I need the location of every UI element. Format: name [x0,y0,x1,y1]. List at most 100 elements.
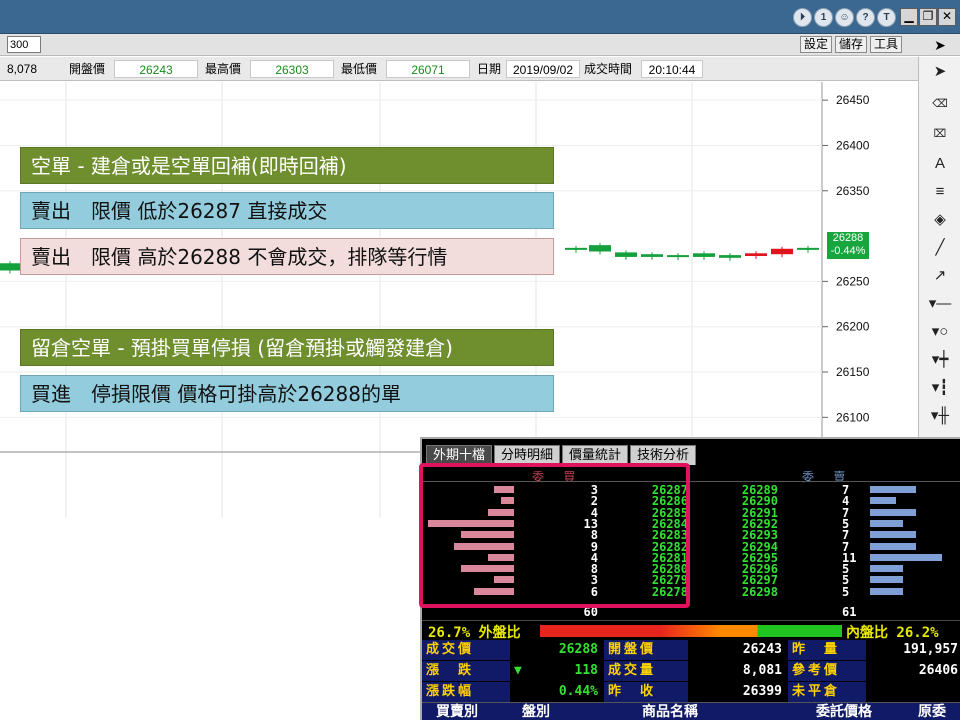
date-label: 日期 [474,60,505,78]
number-one-icon[interactable]: 1 [814,8,833,27]
high-label: 最高價 [202,60,245,78]
open-price-label: 開盤價 [604,640,688,660]
note-short-open: 空單 - 建倉或是空單回補(即時回補) [20,147,554,184]
tab-volume-stats[interactable]: 價量統計 [562,445,629,465]
open-label: 開盤價 [66,60,109,78]
title-round-buttons: ⏵ 1 ☺ ? T [793,8,896,27]
col-original[interactable]: 原委 [918,703,946,720]
line-tool-icon[interactable]: ╱ [923,237,957,259]
last-price-value: 26288 [510,640,602,660]
play-icon[interactable]: ⏵ [793,8,812,27]
candle-body [641,254,663,257]
candle-body [589,245,611,252]
candle-body [745,253,767,257]
smiley-icon[interactable]: ☺ [835,8,854,27]
prev-volume-value: 191,957 [866,640,960,660]
volume-value: 8,081 [688,661,786,681]
eraser-one-icon[interactable]: ⌫ [923,93,957,115]
window-controls: ▁ ❐ ✕ [900,8,956,26]
y-tick-label: 26400 [836,138,870,152]
ask-qty: 7 [842,539,850,554]
open-price-value: 26243 [688,640,786,660]
ask-volume-bar [870,508,916,516]
ask-qty: 4 [842,494,850,509]
ask-volume-bar [870,497,896,505]
chart-toolbar: 設定 儲存 工具 ➤ [0,34,960,56]
ratio-bar [540,625,842,637]
last-change: -0.44% [830,245,866,257]
change-pct-value: 0.44% [510,682,602,702]
col-session[interactable]: 盤別 [522,703,550,720]
marker-style-dropdown-icon[interactable]: ▾○ [923,321,957,343]
last-price-tag: 26288 -0.44% [827,232,869,259]
outer-ratio: 26.7% 外盤比 [428,625,521,641]
col-order-price[interactable]: 委託價格 [816,703,872,720]
note-sell-limit-above: 賣出 限價 高於26288 不會成交，排隊等行情 [20,238,554,275]
ask-volume-bar [870,565,903,573]
time-value: 20:10:44 [641,60,703,78]
text-icon[interactable]: T [877,8,896,27]
reference-price-label: 參考價 [788,661,866,681]
arrow-tool-icon[interactable]: ↗ [923,265,957,287]
panel-tabs: 外期十檔 分時明細 價量統計 技術分析 [426,445,697,465]
indicator-dropdown-icon[interactable]: ▾╫ [923,405,957,427]
bar-style-dropdown-icon[interactable]: ▾┿ [923,349,957,371]
ask-price: 26297 [741,573,778,588]
text-tool-icon[interactable]: A [923,153,957,175]
col-side[interactable]: 買賣別 [436,703,478,720]
candle-body [565,247,587,250]
y-tick-label: 26450 [836,93,870,107]
ask-price: 26294 [741,539,778,554]
bid-total: 60 [583,605,598,619]
horizontal-lines-icon[interactable]: ≡ [923,181,957,203]
line-style-dropdown-icon[interactable]: ▾— [923,293,957,315]
order-list-header: 買賣別 盤別 商品名稱 委託價格 原委 [422,702,960,720]
bid-levels-highlight [419,463,690,608]
y-tick-label: 26250 [836,274,870,288]
tab-time-detail[interactable]: 分時明細 [494,445,561,465]
change-amount: 118 [574,663,598,678]
tab-ten-levels[interactable]: 外期十檔 [426,445,493,465]
restore-button[interactable]: ❐ [919,8,937,26]
select-pointer-icon[interactable]: ➤ [923,61,957,83]
prev-volume-label: 昨 量 [788,640,866,660]
period-input[interactable] [7,36,41,53]
candle-body [615,252,637,257]
toolbar-buttons: 設定 儲存 工具 [800,36,903,53]
open-interest-value [866,682,960,702]
candle-body [771,248,793,255]
y-tick-label: 26150 [836,365,870,379]
save-button[interactable]: 儲存 [835,36,868,53]
volume-value: 8,078 [4,60,41,78]
ask-volume-bar [870,553,942,561]
tab-technical[interactable]: 技術分析 [630,445,697,465]
help-icon[interactable]: ? [856,8,875,27]
close-button[interactable]: ✕ [938,8,956,26]
candle-body [719,255,741,258]
ask-qty: 5 [842,584,850,599]
ask-total: 61 [842,605,857,619]
open-interest-label: 未平倉 [788,682,866,702]
ask-qty: 5 [842,573,850,588]
ratio-row: 26.7% 外盤比 內盤比 26.2% [422,620,960,641]
last-price: 26288 [832,232,864,244]
last-price-label: 成交價 [422,640,510,660]
paint-palette-icon[interactable]: ◈ [923,209,957,231]
minimize-button[interactable]: ▁ [900,8,918,26]
candle-body [797,247,819,250]
eraser-all-icon[interactable]: ⌧ [923,123,957,145]
prev-close-label: 昨 收 [604,682,688,702]
pointer-tool-icon[interactable]: ➤ [930,36,950,54]
volume-label: 成交量 [604,661,688,681]
y-tick-label: 26200 [836,320,870,334]
settings-button[interactable]: 設定 [800,36,833,53]
col-product[interactable]: 商品名稱 [642,703,698,720]
candle-style-dropdown-icon[interactable]: ▾┇ [923,377,957,399]
drawing-tools: ➤ ⌫ ⌧ A ≡ ◈ ╱ ↗ ▾— ▾○ ▾┿ ▾┇ ▾╫ [918,57,960,437]
ask-volume-bar [870,542,916,550]
change-pct-label: 漲跌幅 [422,682,510,702]
quote-stats: 成交價 26288 開盤價 26243 昨 量 191,957 漲 跌 ▼ 11… [422,640,960,704]
tools-button[interactable]: 工具 [870,36,903,53]
low-label: 最低價 [338,60,381,78]
time-label: 成交時間 [581,60,636,78]
